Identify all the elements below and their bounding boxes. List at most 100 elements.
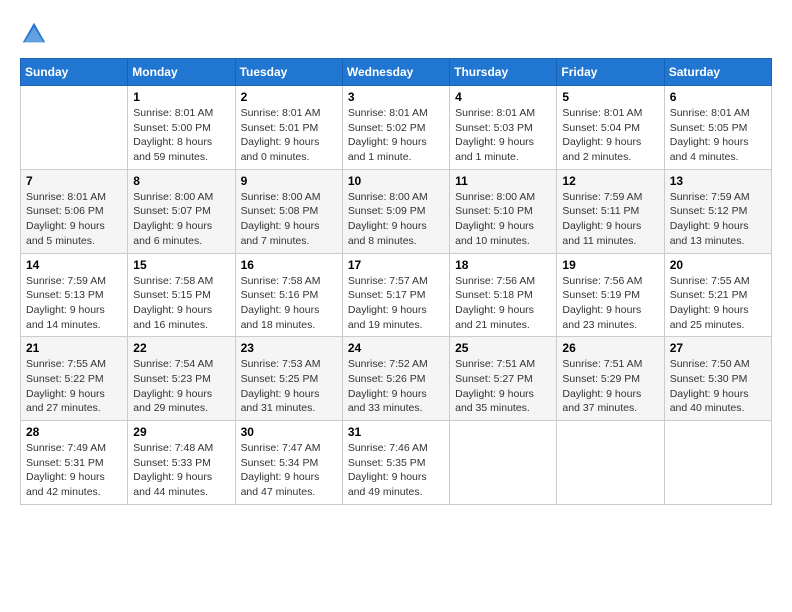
weekday-header: Wednesday	[342, 59, 449, 86]
weekday-header: Friday	[557, 59, 664, 86]
calendar-week-row: 14 Sunrise: 7:59 AM Sunset: 5:13 PM Dayli…	[21, 253, 772, 337]
day-number: 25	[455, 341, 551, 355]
calendar-cell: 2 Sunrise: 8:01 AM Sunset: 5:01 PM Daylig…	[235, 86, 342, 170]
day-info: Sunrise: 7:51 AM Sunset: 5:29 PM Dayligh…	[562, 357, 658, 416]
day-info: Sunrise: 7:57 AM Sunset: 5:17 PM Dayligh…	[348, 274, 444, 333]
day-number: 2	[241, 90, 337, 104]
calendar-cell: 20 Sunrise: 7:55 AM Sunset: 5:21 PM Dayli…	[664, 253, 771, 337]
day-info: Sunrise: 8:01 AM Sunset: 5:06 PM Dayligh…	[26, 190, 122, 249]
logo	[20, 20, 52, 48]
day-number: 14	[26, 258, 122, 272]
day-info: Sunrise: 7:53 AM Sunset: 5:25 PM Dayligh…	[241, 357, 337, 416]
day-info: Sunrise: 8:01 AM Sunset: 5:04 PM Dayligh…	[562, 106, 658, 165]
calendar-cell: 4Sunrise: 8:01 AM Sunset: 5:03 PM Daylig…	[450, 86, 557, 170]
page-header	[20, 20, 772, 48]
day-number: 30	[241, 425, 337, 439]
calendar-cell: 11 Sunrise: 8:00 AM Sunset: 5:10 PM Dayli…	[450, 169, 557, 253]
day-info: Sunrise: 8:01 AM Sunset: 5:05 PM Dayligh…	[670, 106, 766, 165]
day-info: Sunrise: 7:58 AM Sunset: 5:15 PM Dayligh…	[133, 274, 229, 333]
calendar-cell: 22 Sunrise: 7:54 AM Sunset: 5:23 PM Dayli…	[128, 337, 235, 421]
day-info: Sunrise: 8:01 AM Sunset: 5:01 PM Dayligh…	[241, 106, 337, 165]
calendar-week-row: 7 Sunrise: 8:01 AM Sunset: 5:06 PM Daylig…	[21, 169, 772, 253]
day-info: Sunrise: 7:52 AM Sunset: 5:26 PM Dayligh…	[348, 357, 444, 416]
calendar-table: SundayMondayTuesdayWednesdayThursdayFrid…	[20, 58, 772, 505]
calendar-cell	[664, 421, 771, 505]
calendar-cell	[21, 86, 128, 170]
calendar-cell	[557, 421, 664, 505]
day-number: 24	[348, 341, 444, 355]
day-number: 3	[348, 90, 444, 104]
calendar-cell: 23Sunrise: 7:53 AM Sunset: 5:25 PM Dayli…	[235, 337, 342, 421]
day-number: 12	[562, 174, 658, 188]
calendar-cell: 6 Sunrise: 8:01 AM Sunset: 5:05 PM Daylig…	[664, 86, 771, 170]
calendar-cell: 30 Sunrise: 7:47 AM Sunset: 5:34 PM Dayli…	[235, 421, 342, 505]
calendar-cell	[450, 421, 557, 505]
day-number: 28	[26, 425, 122, 439]
day-number: 6	[670, 90, 766, 104]
calendar-cell: 16Sunrise: 7:58 AM Sunset: 5:16 PM Dayli…	[235, 253, 342, 337]
day-number: 8	[133, 174, 229, 188]
day-info: Sunrise: 8:01 AM Sunset: 5:03 PM Dayligh…	[455, 106, 551, 165]
day-info: Sunrise: 7:56 AM Sunset: 5:18 PM Dayligh…	[455, 274, 551, 333]
day-number: 21	[26, 341, 122, 355]
calendar-week-row: 28 Sunrise: 7:49 AM Sunset: 5:31 PM Dayli…	[21, 421, 772, 505]
calendar-cell: 19Sunrise: 7:56 AM Sunset: 5:19 PM Dayli…	[557, 253, 664, 337]
day-number: 11	[455, 174, 551, 188]
day-number: 31	[348, 425, 444, 439]
day-info: Sunrise: 8:01 AM Sunset: 5:00 PM Dayligh…	[133, 106, 229, 165]
day-info: Sunrise: 7:47 AM Sunset: 5:34 PM Dayligh…	[241, 441, 337, 500]
calendar-cell: 3 Sunrise: 8:01 AM Sunset: 5:02 PM Daylig…	[342, 86, 449, 170]
weekday-header: Saturday	[664, 59, 771, 86]
day-number: 20	[670, 258, 766, 272]
day-number: 1	[133, 90, 229, 104]
calendar-week-row: 1 Sunrise: 8:01 AM Sunset: 5:00 PM Daylig…	[21, 86, 772, 170]
day-number: 27	[670, 341, 766, 355]
calendar-cell: 26Sunrise: 7:51 AM Sunset: 5:29 PM Dayli…	[557, 337, 664, 421]
day-number: 5	[562, 90, 658, 104]
calendar-cell: 25 Sunrise: 7:51 AM Sunset: 5:27 PM Dayli…	[450, 337, 557, 421]
calendar-cell: 31Sunrise: 7:46 AM Sunset: 5:35 PM Dayli…	[342, 421, 449, 505]
day-info: Sunrise: 8:01 AM Sunset: 5:02 PM Dayligh…	[348, 106, 444, 165]
day-info: Sunrise: 7:54 AM Sunset: 5:23 PM Dayligh…	[133, 357, 229, 416]
day-number: 18	[455, 258, 551, 272]
day-number: 7	[26, 174, 122, 188]
calendar-cell: 17Sunrise: 7:57 AM Sunset: 5:17 PM Dayli…	[342, 253, 449, 337]
weekday-header: Sunday	[21, 59, 128, 86]
day-info: Sunrise: 7:51 AM Sunset: 5:27 PM Dayligh…	[455, 357, 551, 416]
calendar-cell: 18 Sunrise: 7:56 AM Sunset: 5:18 PM Dayli…	[450, 253, 557, 337]
day-number: 19	[562, 258, 658, 272]
calendar-cell: 8 Sunrise: 8:00 AM Sunset: 5:07 PM Daylig…	[128, 169, 235, 253]
calendar-cell: 10 Sunrise: 8:00 AM Sunset: 5:09 PM Dayli…	[342, 169, 449, 253]
day-info: Sunrise: 7:49 AM Sunset: 5:31 PM Dayligh…	[26, 441, 122, 500]
calendar-cell: 24 Sunrise: 7:52 AM Sunset: 5:26 PM Dayli…	[342, 337, 449, 421]
day-info: Sunrise: 7:55 AM Sunset: 5:21 PM Dayligh…	[670, 274, 766, 333]
calendar-cell: 12Sunrise: 7:59 AM Sunset: 5:11 PM Dayli…	[557, 169, 664, 253]
day-number: 29	[133, 425, 229, 439]
day-number: 13	[670, 174, 766, 188]
day-number: 22	[133, 341, 229, 355]
calendar-cell: 15 Sunrise: 7:58 AM Sunset: 5:15 PM Dayli…	[128, 253, 235, 337]
calendar-cell: 13 Sunrise: 7:59 AM Sunset: 5:12 PM Dayli…	[664, 169, 771, 253]
day-info: Sunrise: 7:48 AM Sunset: 5:33 PM Dayligh…	[133, 441, 229, 500]
day-info: Sunrise: 7:55 AM Sunset: 5:22 PM Dayligh…	[26, 357, 122, 416]
day-number: 9	[241, 174, 337, 188]
day-info: Sunrise: 8:00 AM Sunset: 5:09 PM Dayligh…	[348, 190, 444, 249]
calendar-cell: 1 Sunrise: 8:01 AM Sunset: 5:00 PM Daylig…	[128, 86, 235, 170]
calendar-cell: 29 Sunrise: 7:48 AM Sunset: 5:33 PM Dayli…	[128, 421, 235, 505]
day-number: 16	[241, 258, 337, 272]
calendar-cell: 27Sunrise: 7:50 AM Sunset: 5:30 PM Dayli…	[664, 337, 771, 421]
calendar-cell: 5 Sunrise: 8:01 AM Sunset: 5:04 PM Daylig…	[557, 86, 664, 170]
calendar-cell: 21 Sunrise: 7:55 AM Sunset: 5:22 PM Dayli…	[21, 337, 128, 421]
calendar-week-row: 21 Sunrise: 7:55 AM Sunset: 5:22 PM Dayli…	[21, 337, 772, 421]
day-info: Sunrise: 7:59 AM Sunset: 5:12 PM Dayligh…	[670, 190, 766, 249]
day-info: Sunrise: 7:59 AM Sunset: 5:13 PM Dayligh…	[26, 274, 122, 333]
logo-icon	[20, 20, 48, 48]
weekday-header: Tuesday	[235, 59, 342, 86]
calendar-cell: 7 Sunrise: 8:01 AM Sunset: 5:06 PM Daylig…	[21, 169, 128, 253]
day-info: Sunrise: 8:00 AM Sunset: 5:07 PM Dayligh…	[133, 190, 229, 249]
calendar-cell: 14 Sunrise: 7:59 AM Sunset: 5:13 PM Dayli…	[21, 253, 128, 337]
day-number: 10	[348, 174, 444, 188]
day-info: Sunrise: 8:00 AM Sunset: 5:10 PM Dayligh…	[455, 190, 551, 249]
weekday-header: Monday	[128, 59, 235, 86]
day-number: 15	[133, 258, 229, 272]
